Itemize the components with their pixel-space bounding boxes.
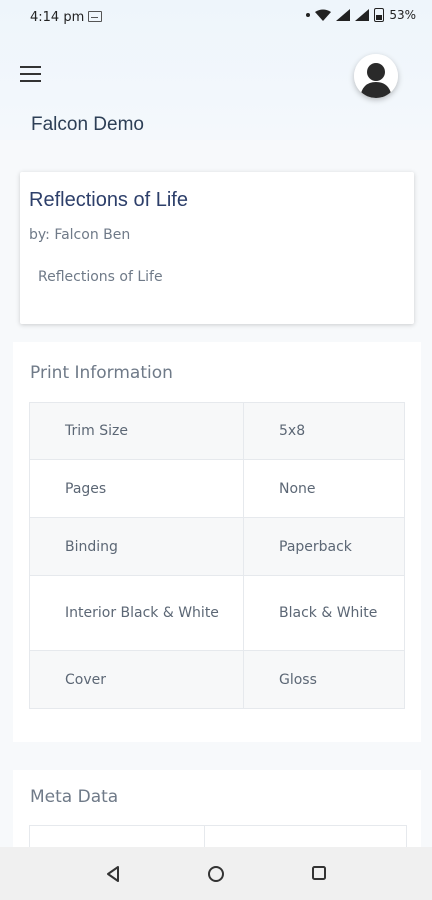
book-description: Reflections of Life: [38, 269, 163, 285]
app-header: Falcon Demo: [0, 36, 432, 146]
trim-size-value: 5x8: [243, 402, 405, 460]
print-information-card: Print Information Trim Size 5x8 Pages No…: [13, 342, 421, 742]
battery-icon: [374, 8, 385, 22]
app-title: Falcon Demo: [31, 114, 144, 135]
notification-dot-icon: [306, 13, 311, 17]
binding-label: Binding: [29, 517, 244, 576]
table-row: Interior Black & White Black & White: [29, 575, 405, 651]
book-author: by: Falcon Ben: [29, 227, 131, 243]
status-bar: 4:14 pm 53%: [0, 0, 432, 36]
pages-value: None: [243, 459, 405, 518]
book-card[interactable]: Reflections of Life by: Falcon Ben Refle…: [20, 172, 414, 324]
status-icons: 53%: [306, 8, 416, 22]
battery-percent: 53%: [389, 8, 416, 22]
message-icon: [88, 11, 102, 22]
binding-value: Paperback: [243, 517, 405, 576]
print-information-table: Trim Size 5x8 Pages None Binding Paperba…: [29, 402, 405, 709]
cover-value: Gloss: [243, 650, 405, 709]
status-time: 4:14 pm: [30, 10, 85, 25]
meta-data-heading: Meta Data: [30, 787, 119, 807]
signal-icon: [336, 9, 351, 21]
interior-label: Interior Black & White: [29, 575, 244, 651]
menu-icon[interactable]: [20, 66, 46, 84]
avatar[interactable]: [354, 54, 398, 98]
table-row: Cover Gloss: [29, 650, 405, 709]
interior-value: Black & White: [243, 575, 405, 651]
print-information-heading: Print Information: [30, 363, 173, 383]
cover-label: Cover: [29, 650, 244, 709]
wifi-icon: [315, 9, 332, 21]
system-navigation-bar: [0, 847, 432, 900]
table-row: Pages None: [29, 459, 405, 518]
table-row: Binding Paperback: [29, 517, 405, 576]
home-icon[interactable]: [207, 865, 225, 883]
table-row: Trim Size 5x8: [29, 402, 405, 460]
back-icon[interactable]: [104, 865, 122, 883]
avatar-icon: [354, 54, 398, 98]
trim-size-label: Trim Size: [29, 402, 244, 460]
book-title: Reflections of Life: [29, 189, 188, 211]
recent-apps-icon[interactable]: [311, 865, 327, 881]
signal-icon-2: [355, 9, 370, 21]
meta-data-card: Meta Data: [13, 770, 421, 851]
pages-label: Pages: [29, 459, 244, 518]
